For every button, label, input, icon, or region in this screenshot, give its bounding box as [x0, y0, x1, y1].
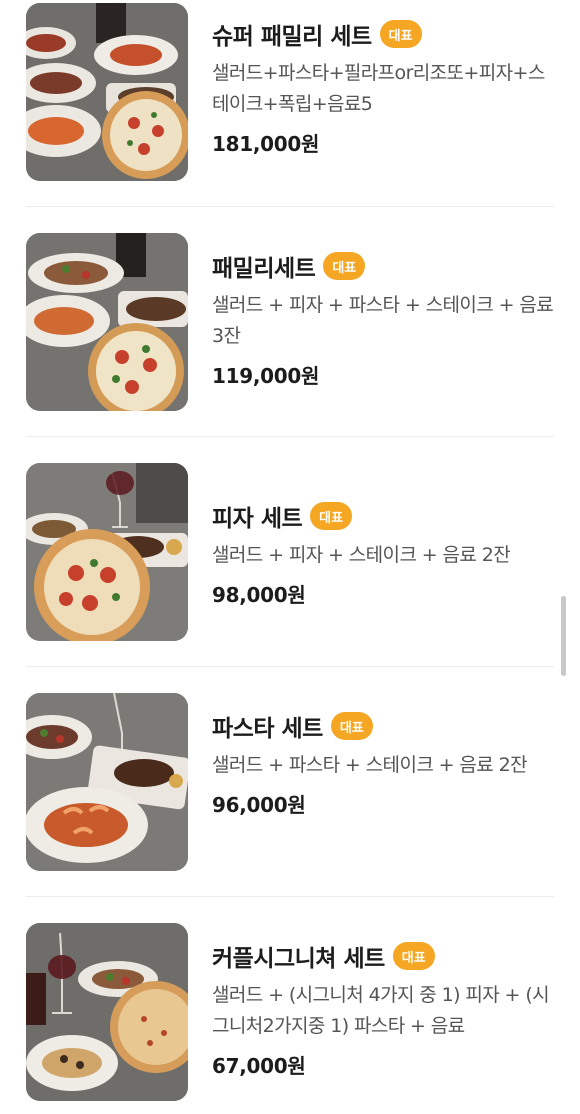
divider	[26, 896, 554, 897]
menu-item-price: 119,000원	[212, 364, 320, 388]
menu-item-title: 피자 세트	[212, 506, 303, 532]
divider	[26, 436, 554, 437]
menu-item-family-set[interactable]: 패밀리세트 대표 샐러드 + 피자 + 파스타 + 스테이크 + 음료3잔 11…	[0, 230, 580, 460]
menu-item-title: 파스타 세트	[212, 716, 323, 742]
menu-item-title: 슈퍼 패밀리 세트	[212, 24, 372, 50]
signature-badge: 대표	[379, 20, 422, 48]
menu-item-title: 커플시그니쳐 세트	[212, 946, 385, 972]
signature-badge: 대표	[323, 252, 366, 280]
menu-item-super-family-set[interactable]: 슈퍼 패밀리 세트 대표 샐러드+파스타+필라프or리조또+피자+스테이크+폭립…	[0, 0, 580, 230]
menu-item-description: 샐러드 + (시그니처 4가지 중 1) 피자 + (시그니처2가지중 1) 파…	[212, 984, 550, 1037]
divider	[26, 666, 554, 667]
menu-item-price: 96,000원	[212, 793, 306, 817]
menu-item-image	[26, 233, 188, 411]
menu-item-description: 샐러드 + 피자 + 파스타 + 스테이크 + 음료3잔	[212, 294, 554, 347]
menu-item-info: 파스타 세트 대표 샐러드 + 파스타 + 스테이크 + 음료 2잔 96,00…	[212, 708, 554, 818]
menu-item-image	[26, 693, 188, 871]
menu-item-price: 67,000원	[212, 1054, 306, 1078]
signature-badge: 대표	[392, 942, 435, 970]
menu-item-image	[26, 923, 188, 1101]
menu-item-info: 슈퍼 패밀리 세트 대표 샐러드+파스타+필라프or리조또+피자+스테이크+폭립…	[212, 16, 554, 157]
menu-item-price: 98,000원	[212, 583, 306, 607]
menu-item-info: 피자 세트 대표 샐러드 + 피자 + 스테이크 + 음료 2잔 98,000원	[212, 498, 554, 608]
divider	[26, 206, 554, 207]
menu-item-image	[26, 463, 188, 641]
menu-item-info: 커플시그니쳐 세트 대표 샐러드 + (시그니처 4가지 중 1) 피자 + (…	[212, 938, 554, 1079]
menu-item-title: 패밀리세트	[212, 256, 316, 282]
menu-item-info: 패밀리세트 대표 샐러드 + 피자 + 파스타 + 스테이크 + 음료3잔 11…	[212, 248, 554, 389]
menu-item-price: 181,000원	[212, 132, 320, 156]
signature-badge: 대표	[310, 502, 353, 530]
menu-item-pizza-set[interactable]: 피자 세트 대표 샐러드 + 피자 + 스테이크 + 음료 2잔 98,000원	[0, 460, 580, 690]
menu-item-couple-signature-set[interactable]: 커플시그니쳐 세트 대표 샐러드 + (시그니처 4가지 중 1) 피자 + (…	[0, 920, 580, 1114]
menu-item-description: 샐러드 + 파스타 + 스테이크 + 음료 2잔	[212, 754, 528, 776]
menu-item-description: 샐러드 + 피자 + 스테이크 + 음료 2잔	[212, 544, 511, 566]
menu-item-description: 샐러드+파스타+필라프or리조또+피자+스테이크+폭립+음료5	[212, 62, 545, 115]
signature-badge: 대표	[330, 712, 373, 740]
scrollbar[interactable]	[561, 596, 566, 676]
menu-item-pasta-set[interactable]: 파스타 세트 대표 샐러드 + 파스타 + 스테이크 + 음료 2잔 96,00…	[0, 690, 580, 920]
menu-item-image	[26, 3, 188, 181]
